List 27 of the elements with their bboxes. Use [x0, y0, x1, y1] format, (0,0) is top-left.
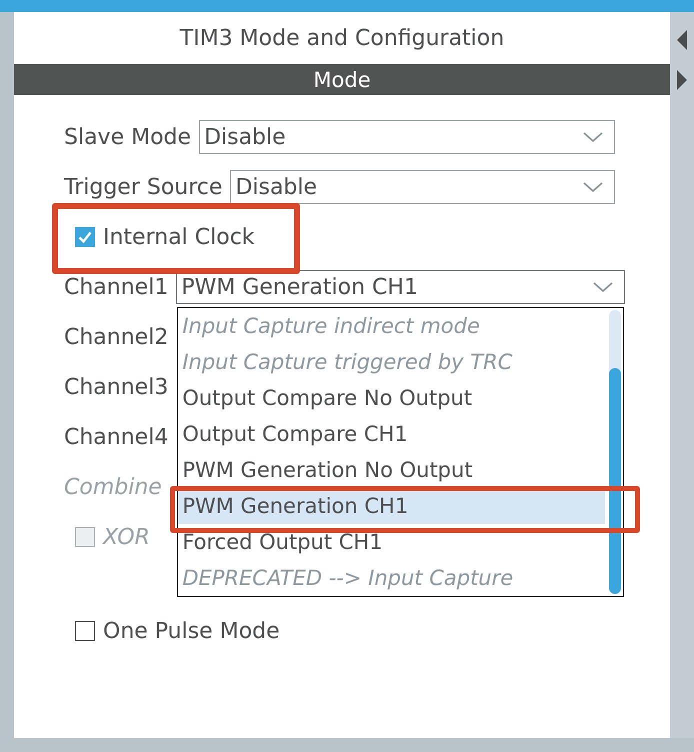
- field-label: Slave Mode: [64, 124, 192, 150]
- checkbox[interactable]: [75, 227, 95, 247]
- panel-title: TIM3 Mode and Configuration: [178, 24, 506, 52]
- section-label: Combine: [64, 474, 162, 500]
- expand-right-icon[interactable]: [676, 69, 688, 91]
- channel-label: Channel3: [64, 374, 168, 400]
- dropdown-option[interactable]: Output Compare No Output: [178, 386, 623, 410]
- channel-label: Channel4: [64, 424, 168, 450]
- field-label: Trigger Source: [64, 174, 222, 200]
- channel-label: Channel1: [64, 274, 168, 300]
- dropdown-option[interactable]: Output Compare CH1: [178, 422, 623, 446]
- checkbox-label: One Pulse Mode: [103, 618, 280, 644]
- channel-label: Channel2: [64, 324, 168, 350]
- collapse-left-icon[interactable]: [676, 29, 688, 51]
- dropdown-option[interactable]: PWM Generation CH1: [178, 488, 605, 524]
- checkbox-label: Internal Clock: [103, 224, 255, 250]
- chevron-icon: [592, 281, 614, 293]
- dropdown-option[interactable]: Forced Output CH1: [178, 530, 623, 554]
- scrollbar[interactable]: [609, 310, 621, 594]
- dropdown-field[interactable]: Disable: [230, 170, 615, 204]
- dropdown-option[interactable]: PWM Generation No Output: [178, 458, 623, 482]
- checkbox-label: XOR: [103, 524, 150, 550]
- dropdown-field[interactable]: Disable: [199, 120, 615, 154]
- checkbox[interactable]: [75, 621, 95, 641]
- chevron-icon: [582, 131, 604, 143]
- chevron-icon: [582, 181, 604, 193]
- section-header: Mode: [14, 64, 670, 95]
